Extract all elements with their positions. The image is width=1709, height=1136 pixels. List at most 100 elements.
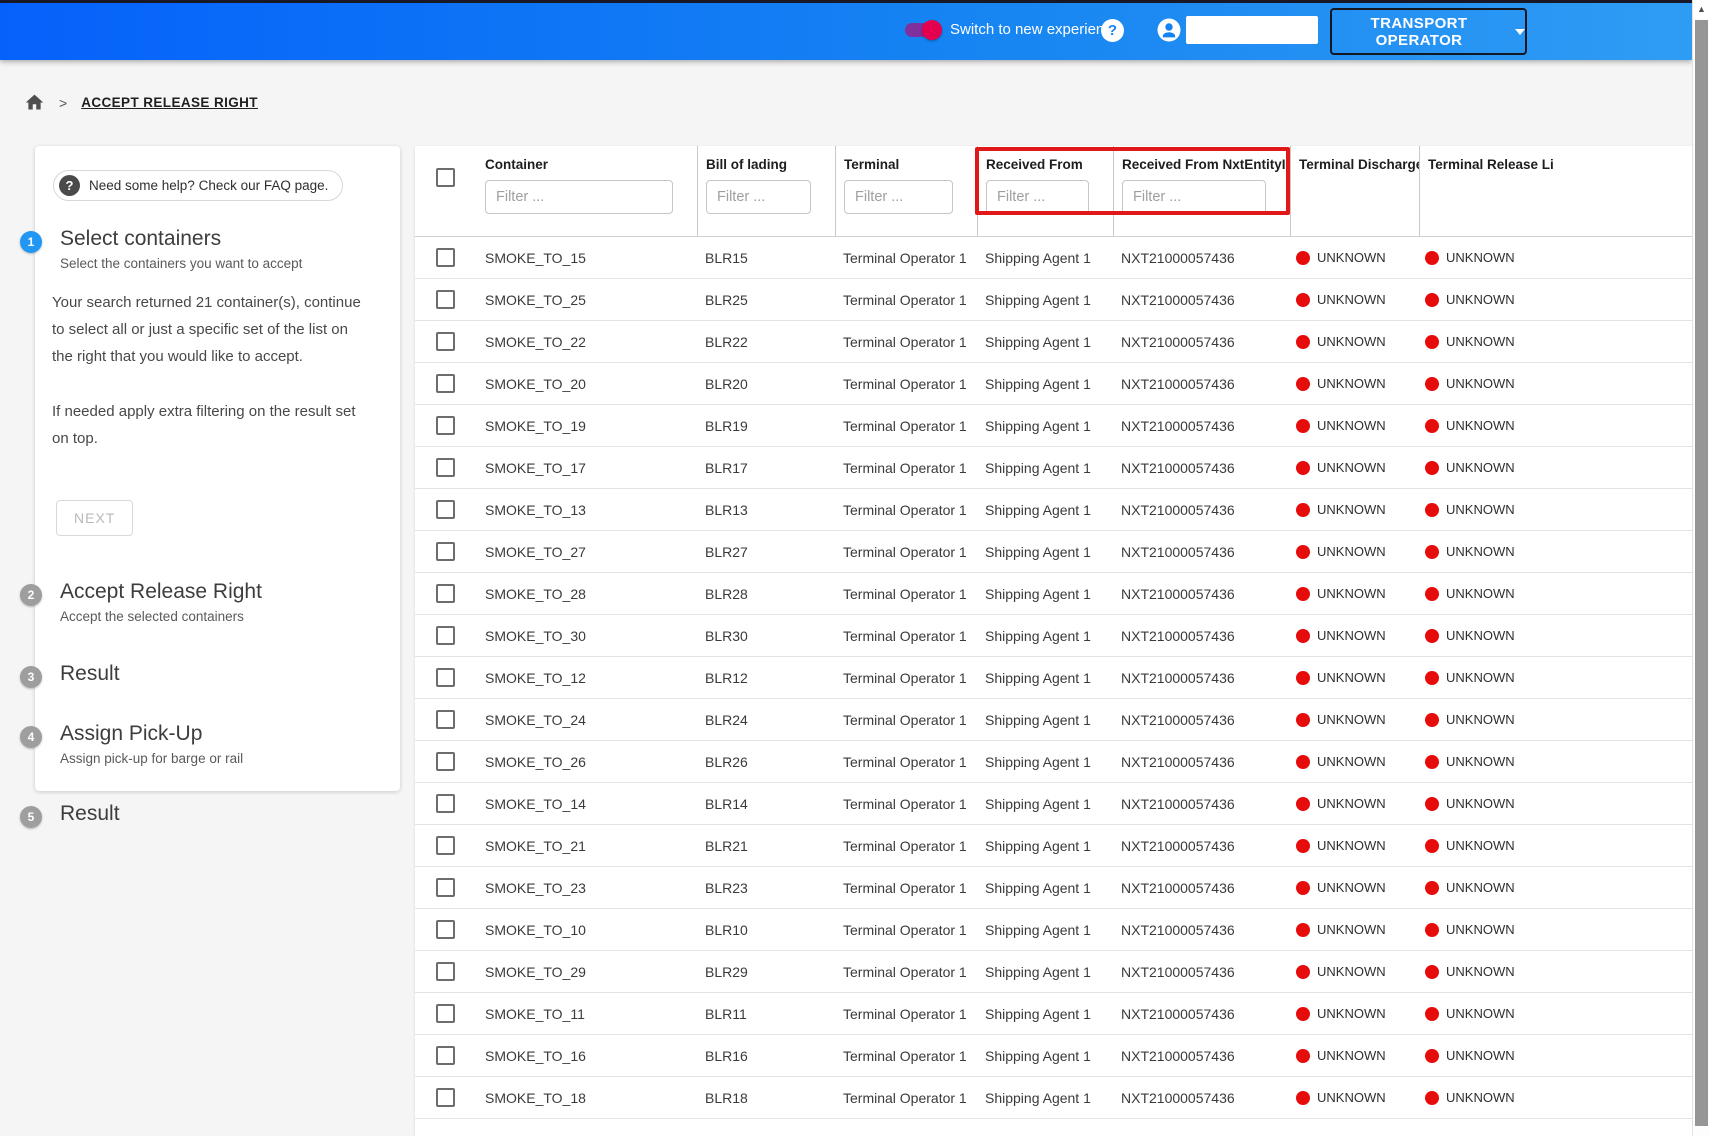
status-dot-red-icon [1425,881,1439,895]
toggle-knob [922,20,942,40]
cell-terminal-release-light: UNKNOWN [1419,628,1692,643]
select-all-checkbox[interactable] [436,168,455,187]
wizard-step-result-final: 5 Result [60,802,380,826]
cell-received-from: Shipping Agent 1 [977,502,1113,518]
status-label: UNKNOWN [1317,1090,1386,1105]
cell-bill-of-lading: BLR21 [697,838,835,854]
status-dot-red-icon [1296,839,1310,853]
cell-received-from-nxt-entity-id: NXT21000057436 [1113,1048,1290,1064]
row-checkbox[interactable] [436,416,455,435]
row-checkbox[interactable] [436,710,455,729]
cell-terminal-discharge-light: UNKNOWN [1290,250,1419,265]
cell-container: SMOKE_TO_11 [477,1006,697,1022]
status-dot-red-icon [1425,293,1439,307]
filter-input-bill-of-lading[interactable] [706,180,811,214]
status-dot-red-icon [1296,671,1310,685]
new-experience-toggle[interactable] [905,23,939,37]
cell-container: SMOKE_TO_22 [477,334,697,350]
column-header-terminal-discharge-light: Terminal Discharge Li [1290,146,1419,236]
page-scrollbar[interactable]: ▲ [1692,0,1709,1136]
row-checkbox[interactable] [436,458,455,477]
cell-bill-of-lading: BLR22 [697,334,835,350]
column-header-bill-of-lading: Bill of lading [697,146,835,236]
filter-input-terminal[interactable] [844,180,953,214]
status-label: UNKNOWN [1446,838,1515,853]
scrollbar-thumb[interactable] [1695,20,1708,1126]
table-row: SMOKE_TO_26 BLR26 Terminal Operator 1 Sh… [415,741,1692,783]
cell-container: SMOKE_TO_13 [477,502,697,518]
cell-container: SMOKE_TO_21 [477,838,697,854]
window-top-edge [0,0,1709,3]
home-icon[interactable] [24,92,45,113]
filter-input-received-from-nxt-entity-id[interactable] [1122,180,1266,214]
table-row: SMOKE_TO_15 BLR15 Terminal Operator 1 Sh… [415,237,1692,279]
status-dot-red-icon [1296,797,1310,811]
new-experience-toggle-label: Switch to new experience [950,21,1120,38]
row-checkbox[interactable] [436,1088,455,1107]
next-button[interactable]: NEXT [56,500,133,536]
row-checkbox[interactable] [436,794,455,813]
status-label: UNKNOWN [1446,1048,1515,1063]
table-row: SMOKE_TO_23 BLR23 Terminal Operator 1 Sh… [415,867,1692,909]
status-label: UNKNOWN [1446,712,1515,727]
topbar-text-input[interactable] [1186,16,1318,44]
row-checkbox[interactable] [436,584,455,603]
filter-input-container[interactable] [485,180,673,214]
breadcrumb-current-link[interactable]: ACCEPT RELEASE RIGHT [81,95,258,110]
row-checkbox[interactable] [436,374,455,393]
cell-received-from-nxt-entity-id: NXT21000057436 [1113,838,1290,854]
cell-container: SMOKE_TO_25 [477,292,697,308]
row-checkbox[interactable] [436,542,455,561]
cell-received-from: Shipping Agent 1 [977,628,1113,644]
row-checkbox[interactable] [436,878,455,897]
cell-received-from: Shipping Agent 1 [977,838,1113,854]
row-checkbox[interactable] [436,920,455,939]
top-app-bar: Switch to new experience ? TRANSPORT OPE… [0,0,1692,60]
row-checkbox[interactable] [436,668,455,687]
cell-bill-of-lading: BLR19 [697,418,835,434]
status-label: UNKNOWN [1446,586,1515,601]
status-label: UNKNOWN [1317,334,1386,349]
wizard-step-accept-release-right: 2 Accept Release Right Accept the select… [60,580,380,624]
table-row: SMOKE_TO_10 BLR10 Terminal Operator 1 Sh… [415,909,1692,951]
status-dot-red-icon [1296,419,1310,433]
user-account-icon[interactable] [1157,18,1180,41]
scroll-up-arrow-icon[interactable]: ▲ [1693,0,1709,18]
cell-terminal: Terminal Operator 1 [835,838,977,854]
status-label: UNKNOWN [1446,880,1515,895]
help-icon[interactable]: ? [1101,19,1124,42]
cell-received-from: Shipping Agent 1 [977,670,1113,686]
row-checkbox[interactable] [436,836,455,855]
cell-terminal: Terminal Operator 1 [835,754,977,770]
question-mark-icon: ? [59,175,80,196]
row-checkbox[interactable] [436,500,455,519]
status-dot-red-icon [1296,1091,1310,1105]
row-checkbox[interactable] [436,752,455,771]
cell-terminal-release-light: UNKNOWN [1419,838,1692,853]
row-checkbox[interactable] [436,248,455,267]
cell-terminal-discharge-light: UNKNOWN [1290,964,1419,979]
row-checkbox[interactable] [436,962,455,981]
row-checkbox[interactable] [436,332,455,351]
status-label: UNKNOWN [1317,460,1386,475]
cell-bill-of-lading: BLR16 [697,1048,835,1064]
status-dot-red-icon [1425,1091,1439,1105]
role-selector-button[interactable]: TRANSPORT OPERATOR [1330,8,1527,55]
cell-received-from-nxt-entity-id: NXT21000057436 [1113,544,1290,560]
status-dot-red-icon [1296,881,1310,895]
row-checkbox[interactable] [436,1046,455,1065]
faq-help-button[interactable]: ? Need some help? Check our FAQ page. [53,170,343,201]
status-dot-red-icon [1425,797,1439,811]
status-dot-red-icon [1425,419,1439,433]
row-checkbox[interactable] [436,1004,455,1023]
row-checkbox[interactable] [436,626,455,645]
row-checkbox[interactable] [436,290,455,309]
status-label: UNKNOWN [1446,670,1515,685]
cell-container: SMOKE_TO_24 [477,712,697,728]
cell-bill-of-lading: BLR24 [697,712,835,728]
filter-input-received-from[interactable] [986,180,1089,214]
table-row: SMOKE_TO_16 BLR16 Terminal Operator 1 Sh… [415,1035,1692,1077]
cell-terminal-release-light: UNKNOWN [1419,1090,1692,1105]
cell-bill-of-lading: BLR23 [697,880,835,896]
cell-terminal-release-light: UNKNOWN [1419,292,1692,307]
